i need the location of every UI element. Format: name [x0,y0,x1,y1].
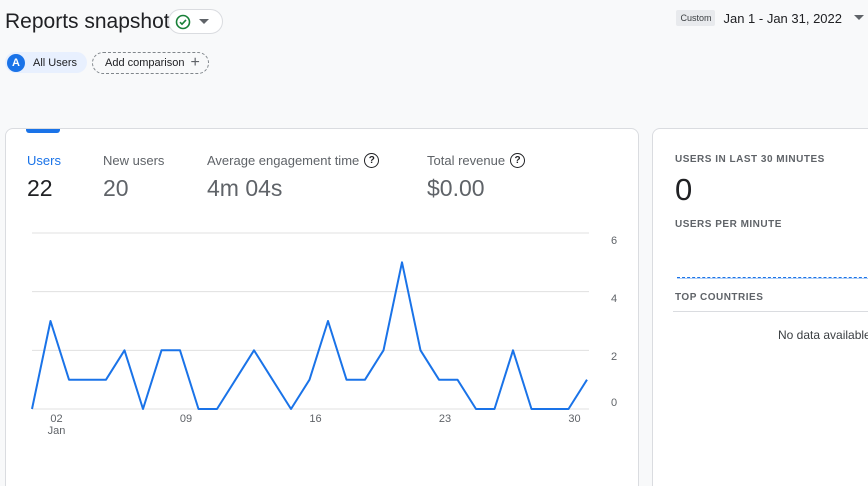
series-line-users [31,261,588,410]
users-per-minute-heading: USERS PER MINUTE [675,219,782,230]
x-tick-label: Jan [48,425,66,437]
y-tick-label: 4 [611,293,617,305]
add-comparison-button[interactable]: Add comparison + [92,52,209,74]
users-30-min-heading: USERS IN LAST 30 MINUTES [675,154,825,165]
custom-badge: Custom [676,10,716,26]
y-tick-label: 6 [611,235,617,247]
date-range-text: Jan 1 - Jan 31, 2022 [723,10,842,26]
x-tick-label: 16 [309,413,321,425]
status-dropdown[interactable] [168,9,223,34]
users-30-min-value: 0 [675,172,693,207]
x-tick-label: 23 [439,413,451,425]
y-tick-label: 2 [611,351,617,363]
top-countries-heading: TOP COUNTRIES [675,292,764,303]
overview-card: Users 22 New users 20 Average engagement… [5,128,639,486]
no-data-message: No data available [778,328,868,342]
x-tick-label: 30 [568,413,580,425]
segment-chip-all-users[interactable]: A All Users [5,52,88,73]
users-line-chart: 6 4 2 0 02Jan 09 16 23 30 [31,232,617,437]
date-range-selector[interactable]: Custom Jan 1 - Jan 31, 2022 [676,10,868,26]
caret-down-icon [850,15,868,21]
caret-down-icon [199,18,209,25]
y-tick-label: 0 [611,397,617,409]
plus-icon: + [190,54,200,71]
divider [673,311,868,312]
segment-avatar: A [7,53,25,72]
segment-label: All Users [33,56,78,69]
add-comparison-label: Add comparison [105,57,185,69]
x-tick-label: 02 [50,413,62,425]
x-tick-label: 09 [180,413,192,425]
page-title: Reports snapshot [5,10,170,33]
check-circle-icon [175,14,191,30]
realtime-card: USERS IN LAST 30 MINUTES 0 USERS PER MIN… [652,128,868,486]
users-per-minute-baseline [677,278,868,279]
